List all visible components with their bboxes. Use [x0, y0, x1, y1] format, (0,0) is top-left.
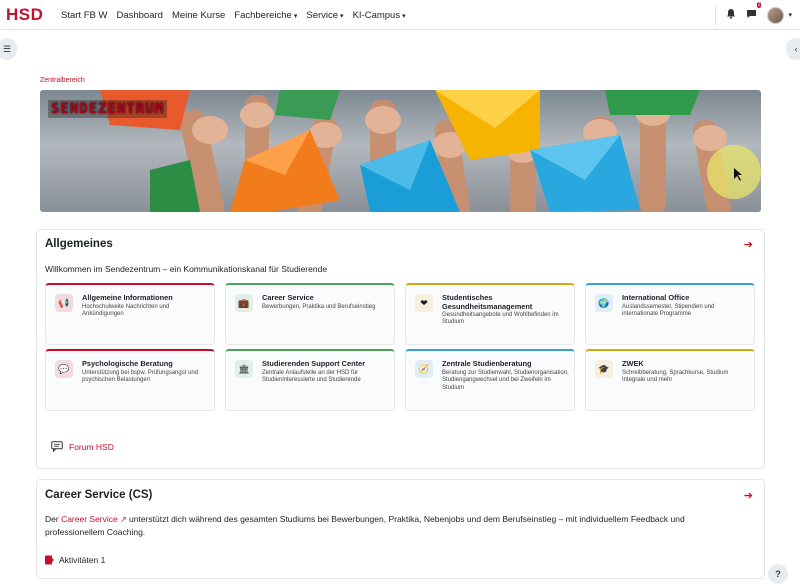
description-text: Der — [45, 514, 62, 524]
nav-dropdown-ki-campus[interactable]: KI-Campus ▾ — [353, 10, 406, 21]
info-card-description: Schreibberatung, Sprachkurse, Studium In… — [622, 370, 729, 384]
section-intro-text: Willkommen im Sendezentrum – ein Kommuni… — [45, 264, 328, 274]
info-card-description: Unterstützung bei bspw. Prüfungsangst un… — [82, 370, 199, 384]
info-card[interactable]: 💼 Career Service Bewerbungen, Praktika und… — [225, 283, 395, 345]
chevron-left-icon: ‹ — [794, 44, 798, 54]
forum-icon — [51, 441, 63, 452]
info-card-title: ZWEK — [622, 359, 644, 368]
info-card[interactable]: 🎓 ZWEK Schreibberatung, Sprachkurse, Studi… — [585, 349, 755, 411]
chat-bubble-icon: 💬 — [55, 360, 73, 378]
nav-link-start-fb-w[interactable]: Start FB W — [61, 10, 107, 21]
info-card[interactable]: 🌍 International Office Auslandssemester, S… — [585, 283, 755, 345]
info-card-title: Allgemeine Informationen — [82, 293, 173, 302]
messages-icon[interactable]: 2 — [746, 2, 762, 24]
info-card-description: Auslandssemester, Stipendien und interna… — [622, 304, 715, 318]
section-allgemeines: Allgemeines ➔ Willkommen im Sendezentrum… — [36, 229, 765, 469]
chevron-down-icon: ▾ — [340, 12, 344, 20]
graduation-cap-icon: 🎓 — [595, 360, 613, 378]
info-card-description: Gesundheitsangebote und Wohlbefinden im … — [442, 312, 559, 326]
activities-label: Aktivitäten 1 — [59, 555, 106, 565]
top-navbar: HSD Start FB W Dashboard Meine Kurse Fac… — [0, 0, 800, 30]
nav-link-meine-kurse[interactable]: Meine Kurse — [172, 10, 225, 21]
arrow-right-icon[interactable]: ➔ — [744, 238, 753, 251]
nav-dropdown-label: KI-Campus — [352, 9, 401, 21]
career-service-link[interactable]: Career Service — [61, 514, 118, 524]
globe-icon: 🌍 — [595, 294, 613, 312]
notifications-bell-icon[interactable] — [726, 6, 736, 24]
info-card[interactable]: 📢 Allgemeine Informationen Hochschulweite … — [45, 283, 215, 345]
chevron-down-icon: ▾ — [788, 12, 792, 19]
nav-dropdown-service[interactable]: Service ▾ — [306, 10, 343, 21]
nav-dropdown-fachbereiche[interactable]: Fachbereiche ▾ — [234, 10, 297, 21]
primary-navigation: Start FB W Dashboard Meine Kurse Fachber… — [61, 0, 406, 30]
user-menu[interactable]: ▾ — [767, 6, 792, 24]
info-card-title: Studierenden Support Center — [262, 359, 366, 368]
course-banner-image: SENDEZENTRUM — [40, 90, 761, 212]
heart-icon: ❤ — [415, 294, 433, 312]
breadcrumb[interactable]: Zentralbereich — [40, 77, 85, 84]
list-icon: ☰ — [2, 43, 12, 54]
message-count-badge: 2 — [756, 2, 762, 8]
description-text: unterstützt dich während des gesamten St… — [45, 514, 685, 537]
activities-icon — [45, 555, 54, 565]
info-card-description: Beratung zur Studienwahl, Studienorganis… — [442, 370, 569, 391]
info-card-description: Hochschulweite Nachrichten und Ankündigu… — [82, 304, 170, 318]
megaphone-icon: 📢 — [55, 294, 73, 312]
nav-dropdown-label: Fachbereiche — [234, 9, 292, 21]
compass-icon: 🧭 — [415, 360, 433, 378]
briefcase-icon: 💼 — [235, 294, 253, 312]
arrow-right-icon[interactable]: ➔ — [744, 489, 753, 502]
chevron-down-icon: ▾ — [402, 12, 406, 20]
nav-link-dashboard[interactable]: Dashboard — [116, 10, 162, 21]
course-index-toggle[interactable]: ☰ — [0, 38, 17, 60]
info-card[interactable]: ❤ Studentisches Gesundheitsmanagement Gesu… — [405, 283, 575, 345]
external-link-icon: ↗ — [117, 515, 127, 524]
help-button[interactable]: ? — [768, 564, 788, 584]
nav-divider — [715, 5, 717, 25]
building-icon: 🏛 — [235, 360, 253, 378]
avatar — [767, 6, 785, 24]
section-title[interactable]: Career Service (CS) — [45, 489, 152, 501]
forum-link-label: Forum HSD — [69, 441, 114, 452]
nav-dropdown-label: Service — [306, 9, 339, 21]
info-card-title: Studentisches Gesundheitsmanagement — [442, 293, 533, 311]
activities-toggle[interactable]: Aktivitäten 1 — [45, 555, 105, 565]
info-card-title: International Office — [622, 293, 690, 302]
chevron-down-icon: ▾ — [293, 12, 298, 20]
info-card[interactable]: 🧭 Zentrale Studienberatung Beratung zur St… — [405, 349, 575, 411]
info-card-description: Bewerbungen, Praktika und Berufseinstieg — [262, 304, 376, 310]
block-drawer-toggle[interactable]: ‹ — [786, 38, 800, 60]
section-career-service: Career Service (CS) ➔ Der Career Service… — [36, 479, 765, 579]
section-title[interactable]: Allgemeines — [45, 238, 113, 250]
user-navigation: 2 ▾ — [715, 0, 792, 30]
forum-link[interactable]: Forum HSD — [51, 441, 114, 452]
info-card[interactable]: 💬 Psychologische Beratung Unterstützung be… — [45, 349, 215, 411]
hsd-logo[interactable]: HSD — [6, 5, 43, 25]
banner-title: SENDEZENTRUM — [48, 100, 168, 118]
info-card-title: Psychologische Beratung — [82, 359, 173, 368]
info-card-title: Zentrale Studienberatung — [442, 359, 532, 368]
info-card[interactable]: 🏛 Studierenden Support Center Zentrale Anl… — [225, 349, 395, 411]
career-service-description: Der Career Service ↗ unterstützt dich wä… — [45, 513, 745, 539]
info-card-title: Career Service — [262, 293, 314, 302]
info-card-description: Zentrale Anlaufstelle an der HSD für Stu… — [262, 370, 361, 384]
